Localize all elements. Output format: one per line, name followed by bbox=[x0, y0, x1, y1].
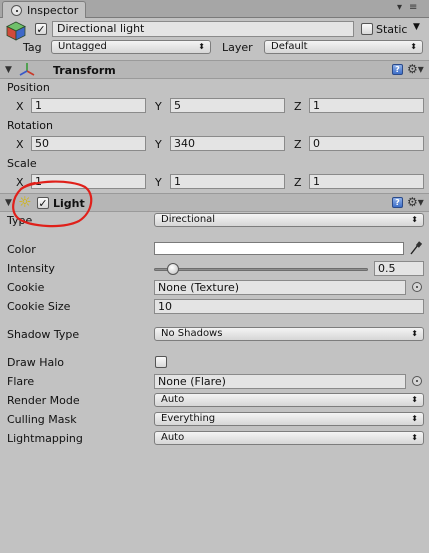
chevron-updown-icon: ⬍ bbox=[411, 414, 418, 423]
draw-halo-label: Draw Halo bbox=[7, 356, 65, 369]
tab-menu-icon[interactable]: ▾ bbox=[397, 2, 402, 13]
tab-options-icon[interactable]: ≡ bbox=[409, 2, 417, 13]
render-mode-dropdown[interactable]: Auto ⬍ bbox=[154, 393, 424, 407]
intensity-field[interactable]: 0.5 bbox=[374, 261, 424, 276]
chevron-updown-icon: ⬍ bbox=[410, 42, 417, 51]
position-label: Position bbox=[7, 81, 50, 94]
position-z-label: Z bbox=[294, 100, 302, 113]
intensity-slider-thumb[interactable] bbox=[167, 263, 180, 275]
transform-title: Transform bbox=[53, 64, 116, 77]
scale-y-label: Y bbox=[155, 176, 162, 189]
cookie-field[interactable]: None (Texture) bbox=[154, 280, 406, 295]
intensity-label: Intensity bbox=[7, 262, 55, 275]
culling-mask-dropdown[interactable]: Everything ⬍ bbox=[154, 412, 424, 426]
transform-foldout-icon[interactable]: ▼ bbox=[5, 65, 12, 75]
position-z-field[interactable]: 1 bbox=[309, 98, 424, 113]
color-label: Color bbox=[7, 243, 36, 256]
rotation-y-label: Y bbox=[155, 138, 162, 151]
position-x-label: X bbox=[16, 100, 24, 113]
static-dropdown-icon[interactable]: ▼ bbox=[413, 22, 420, 32]
layer-label: Layer bbox=[222, 41, 253, 54]
gear-icon[interactable]: ⚙▾ bbox=[407, 63, 424, 75]
tag-dropdown[interactable]: Untagged ⬍ bbox=[51, 40, 211, 54]
color-swatch[interactable] bbox=[154, 242, 404, 255]
chevron-updown-icon: ⬍ bbox=[411, 433, 418, 442]
chevron-updown-icon: ⬍ bbox=[411, 329, 418, 338]
shadow-type-dropdown[interactable]: No Shadows ⬍ bbox=[154, 327, 424, 341]
static-label: Static bbox=[376, 23, 408, 36]
rotation-label: Rotation bbox=[7, 119, 54, 132]
tab-inspector-label: Inspector bbox=[27, 4, 79, 17]
transform-axes-icon bbox=[19, 63, 35, 76]
intensity-slider-track[interactable] bbox=[154, 268, 368, 271]
help-icon[interactable]: ? bbox=[392, 197, 403, 208]
position-y-label: Y bbox=[155, 100, 162, 113]
cookie-size-field[interactable]: 10 bbox=[154, 299, 424, 314]
tag-label: Tag bbox=[23, 41, 42, 54]
cookie-size-label: Cookie Size bbox=[7, 300, 71, 313]
static-checkbox[interactable] bbox=[361, 23, 373, 35]
gear-icon[interactable]: ⚙▾ bbox=[407, 196, 424, 208]
red-annotation-circle bbox=[12, 180, 93, 228]
culling-mask-label: Culling Mask bbox=[7, 413, 77, 426]
scale-z-field[interactable]: 1 bbox=[309, 174, 424, 189]
rotation-z-label: Z bbox=[294, 138, 302, 151]
object-picker-icon[interactable] bbox=[412, 282, 422, 292]
chevron-updown-icon: ⬍ bbox=[198, 42, 205, 51]
draw-halo-checkbox[interactable] bbox=[155, 356, 167, 368]
rotation-x-label: X bbox=[16, 138, 24, 151]
object-name-field[interactable]: Directional light bbox=[52, 21, 354, 37]
game-object-cube-icon bbox=[6, 21, 26, 41]
position-x-field[interactable]: 1 bbox=[31, 98, 146, 113]
rotation-x-field[interactable]: 50 bbox=[31, 136, 146, 151]
chevron-updown-icon: ⬍ bbox=[411, 215, 418, 224]
chevron-updown-icon: ⬍ bbox=[411, 395, 418, 404]
object-picker-icon[interactable] bbox=[412, 376, 422, 386]
layer-dropdown[interactable]: Default ⬍ bbox=[264, 40, 423, 54]
lightmapping-dropdown[interactable]: Auto ⬍ bbox=[154, 431, 424, 445]
shadow-type-label: Shadow Type bbox=[7, 328, 80, 341]
scale-label: Scale bbox=[7, 157, 37, 170]
inspector-tab-icon bbox=[11, 5, 22, 16]
active-checkbox[interactable] bbox=[35, 23, 47, 35]
type-dropdown[interactable]: Directional ⬍ bbox=[154, 213, 424, 227]
position-y-field[interactable]: 5 bbox=[170, 98, 285, 113]
flare-field[interactable]: None (Flare) bbox=[154, 374, 406, 389]
help-icon[interactable]: ? bbox=[392, 64, 403, 75]
scale-y-field[interactable]: 1 bbox=[170, 174, 285, 189]
scale-z-label: Z bbox=[294, 176, 302, 189]
lightmapping-label: Lightmapping bbox=[7, 432, 83, 445]
render-mode-label: Render Mode bbox=[7, 394, 80, 407]
rotation-z-field[interactable]: 0 bbox=[309, 136, 424, 151]
cookie-label: Cookie bbox=[7, 281, 45, 294]
eyedropper-icon[interactable] bbox=[409, 241, 422, 256]
tab-inspector[interactable]: Inspector bbox=[2, 1, 86, 18]
rotation-y-field[interactable]: 340 bbox=[170, 136, 285, 151]
flare-label: Flare bbox=[7, 375, 35, 388]
